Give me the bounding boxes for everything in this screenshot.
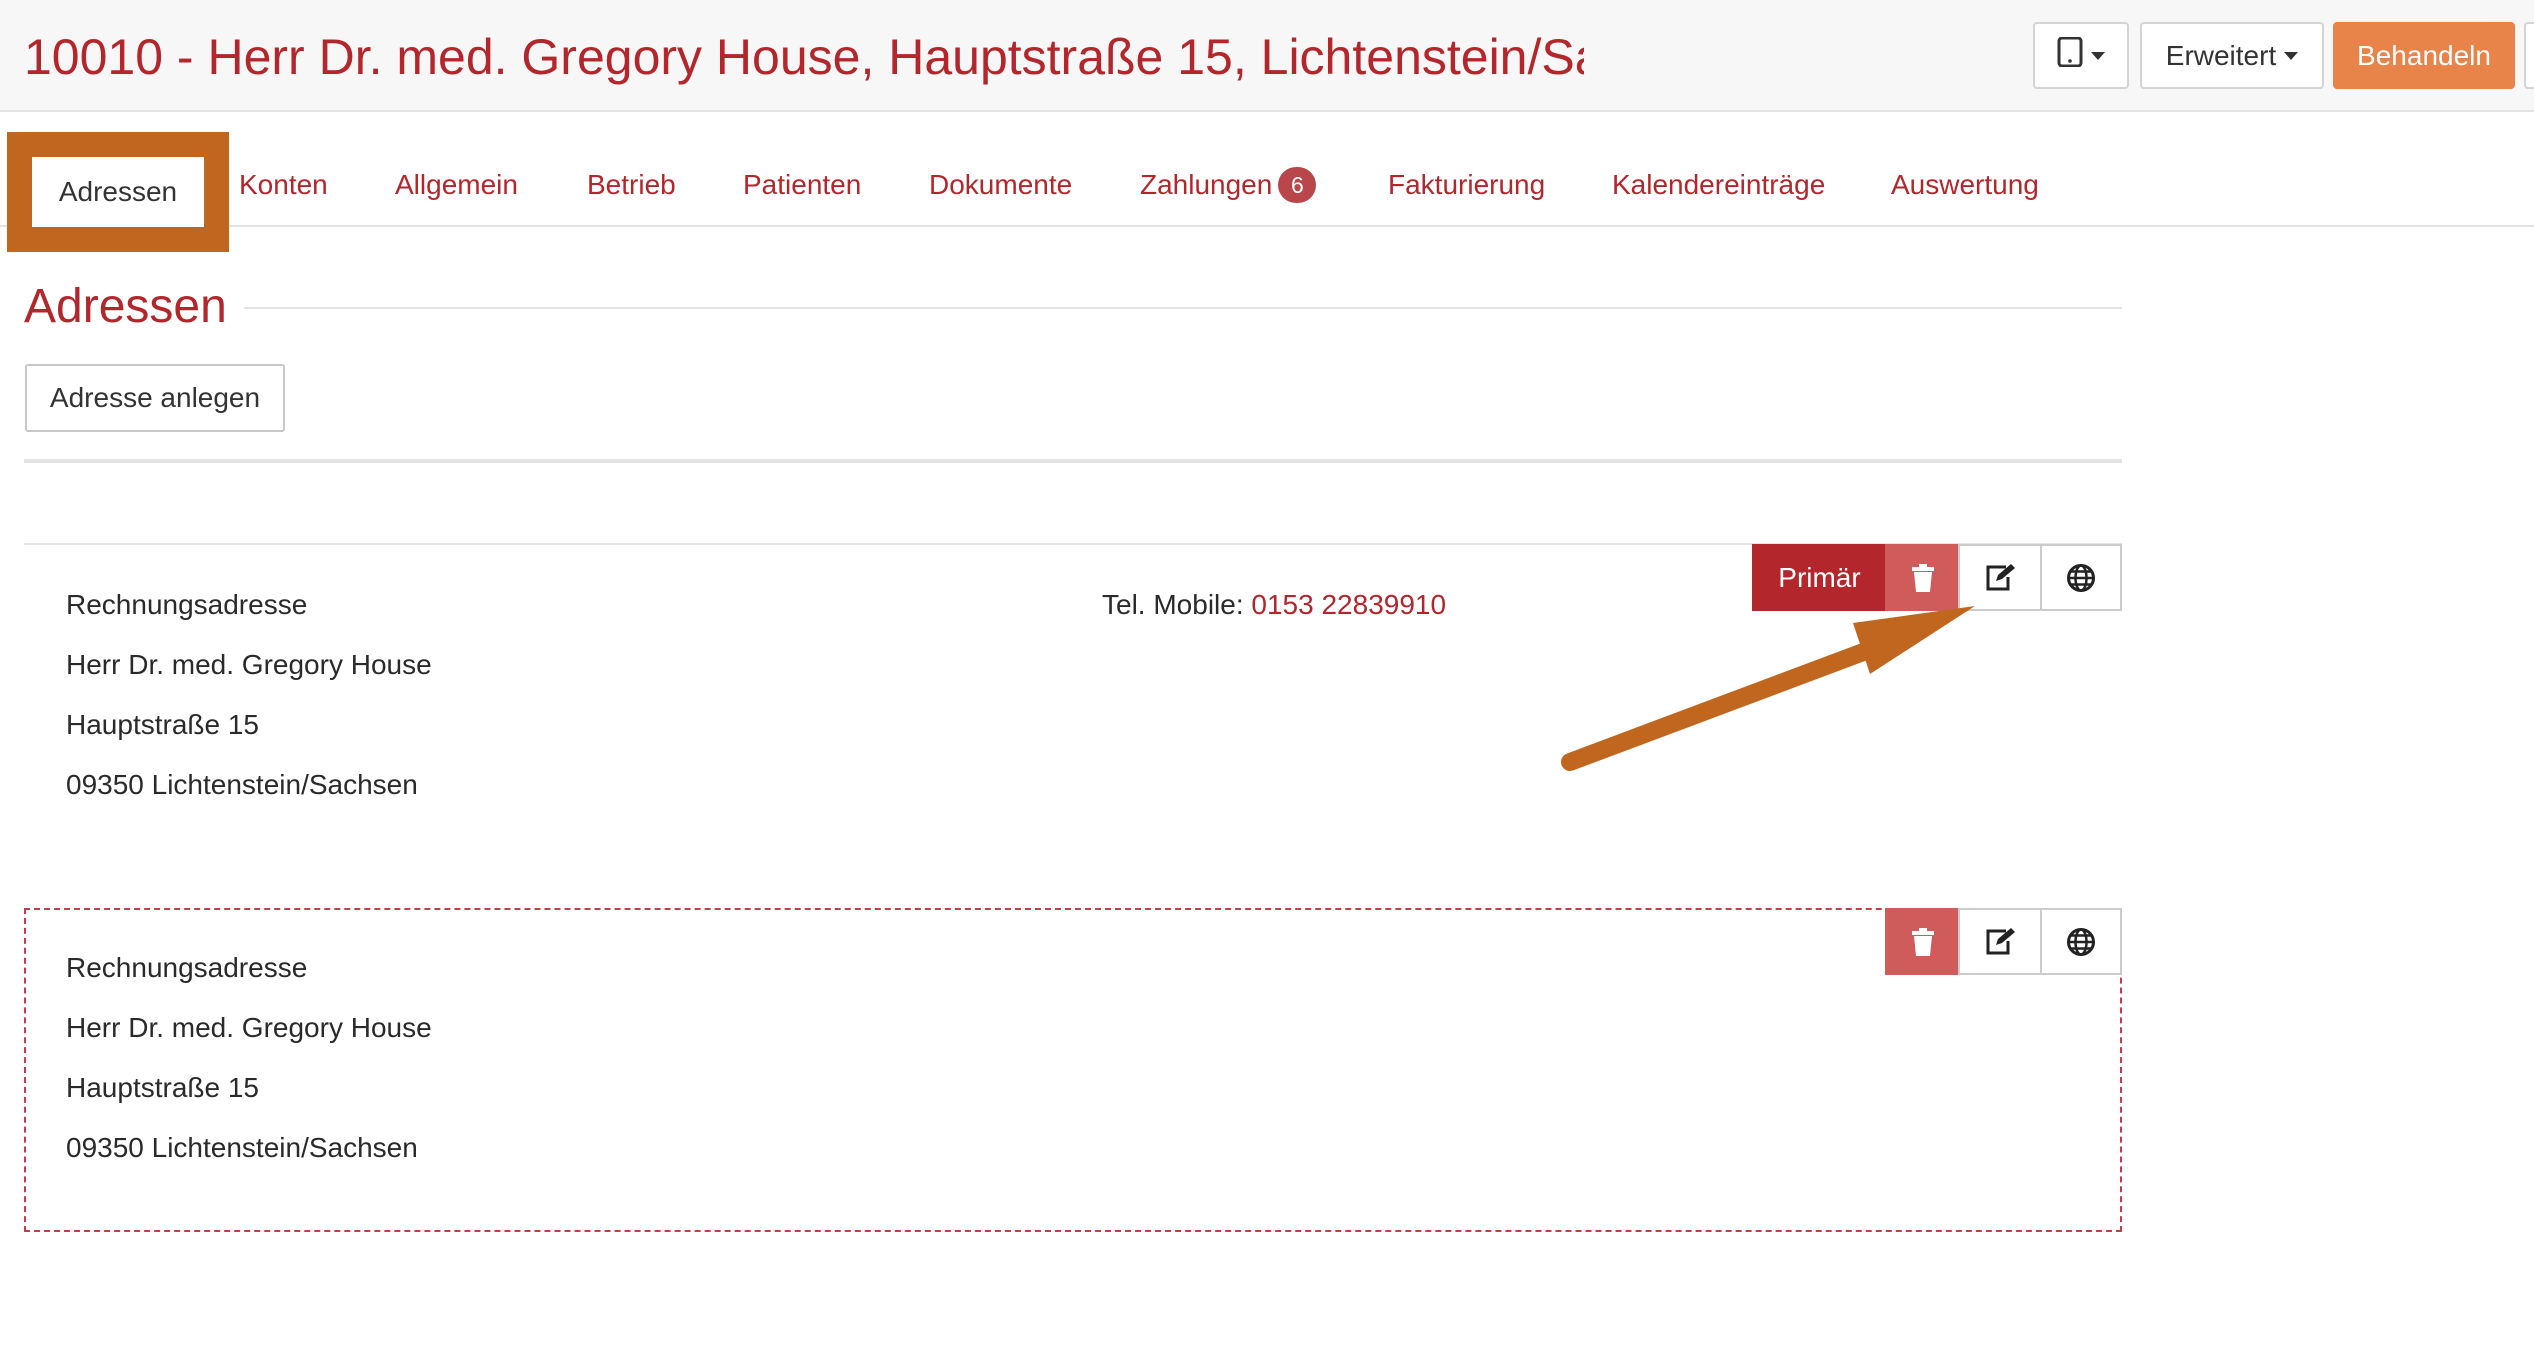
- tab-bar: Konten Allgemein Betrieb Patienten Dokum…: [0, 132, 2534, 227]
- address-street: Hauptstraße 15: [66, 1072, 259, 1103]
- device-view-dropdown[interactable]: [2033, 22, 2129, 89]
- behandeln-label: Behandeln: [2357, 39, 2491, 71]
- divider: [244, 307, 2122, 309]
- address-type: Rechnungsadresse: [66, 589, 308, 620]
- page-title: 10010 - Herr Dr. med. Gregory House, Hau…: [24, 29, 1584, 85]
- tab-kalendereintraege[interactable]: Kalendereinträge: [1612, 132, 1825, 227]
- trash-icon: [1911, 563, 1935, 592]
- tab-zahlungen[interactable]: Zahlungen 6: [1140, 132, 1317, 227]
- phone-number-link[interactable]: 0153 22839910: [1251, 589, 1446, 620]
- map-button[interactable]: [2040, 544, 2122, 611]
- address-card: [24, 908, 2122, 1232]
- address-name: Herr Dr. med. Gregory House: [66, 649, 432, 680]
- tab-allgemein[interactable]: Allgemein: [395, 132, 518, 227]
- section-title: Adressen: [24, 280, 227, 333]
- primary-button[interactable]: Primär: [1752, 544, 1887, 611]
- trash-icon: [1911, 927, 1935, 956]
- globe-icon: [2066, 927, 2096, 957]
- tab-patienten[interactable]: Patienten: [743, 132, 861, 227]
- zahlungen-count-badge: 6: [1278, 166, 1317, 203]
- edit-button[interactable]: [1958, 908, 2042, 975]
- tablet-icon: [2057, 36, 2083, 74]
- erweitert-label: Erweitert: [2165, 39, 2277, 71]
- phone-entry: Tel. Mobile: 0153 22839910: [1102, 585, 1446, 625]
- address-name: Herr Dr. med. Gregory House: [66, 1012, 432, 1043]
- tab-fakturierung[interactable]: Fakturierung: [1388, 132, 1545, 227]
- address-city: 09350 Lichtenstein/Sachsen: [66, 1132, 418, 1163]
- tab-dokumente[interactable]: Dokumente: [929, 132, 1072, 227]
- tab-adressen[interactable]: Adressen: [32, 157, 204, 227]
- add-address-button[interactable]: Adresse anlegen: [25, 364, 285, 432]
- address-type: Rechnungsadresse: [66, 952, 308, 983]
- edit-button[interactable]: [1958, 544, 2042, 611]
- delete-button[interactable]: [1885, 544, 1960, 611]
- chevron-down-icon: [2091, 51, 2105, 60]
- tab-auswertung[interactable]: Auswertung: [1891, 132, 2039, 227]
- divider: [24, 459, 2122, 463]
- map-button[interactable]: [2040, 908, 2122, 975]
- primary-label: Primär: [1778, 561, 1861, 593]
- top-bar: 10010 - Herr Dr. med. Gregory House, Hau…: [0, 0, 2534, 112]
- globe-icon: [2066, 563, 2096, 593]
- add-address-label: Adresse anlegen: [49, 382, 261, 413]
- tab-konten[interactable]: Konten: [239, 132, 328, 227]
- edit-icon: [1984, 563, 2016, 593]
- erweitert-dropdown[interactable]: Erweitert: [2140, 22, 2324, 89]
- behandeln-button[interactable]: Behandeln: [2333, 22, 2515, 89]
- address-city: 09350 Lichtenstein/Sachsen: [66, 769, 418, 800]
- chevron-down-icon: [2284, 51, 2299, 60]
- more-button[interactable]: [2524, 22, 2534, 89]
- delete-button[interactable]: [1885, 908, 1960, 975]
- phone-label: Tel. Mobile:: [1102, 589, 1244, 620]
- address-street: Hauptstraße 15: [66, 709, 259, 740]
- edit-icon: [1984, 927, 2016, 957]
- tab-betrieb[interactable]: Betrieb: [587, 132, 676, 227]
